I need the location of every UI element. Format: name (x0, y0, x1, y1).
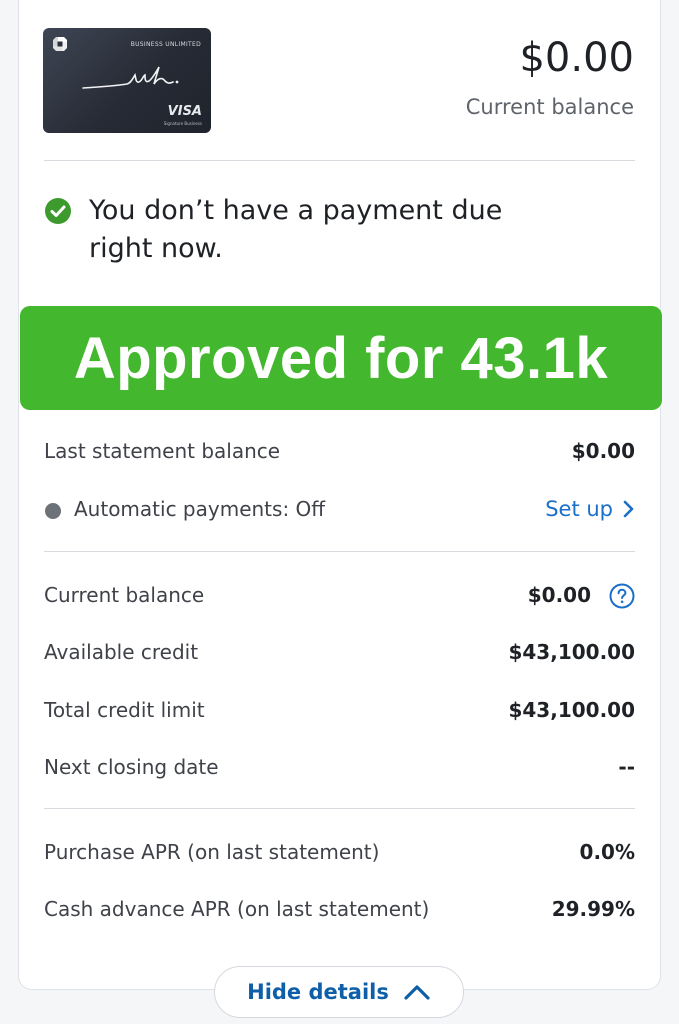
approval-banner: Approved for 43.1k (20, 306, 662, 410)
last-statement-balance-label: Last statement balance (44, 439, 281, 463)
autopay-status-label: Automatic payments: Off (74, 497, 326, 521)
approval-banner-text: Approved for 43.1k (73, 325, 609, 391)
visa-sub-label: Signature Business (163, 121, 202, 126)
current-balance-row-value: $0.00 (527, 583, 591, 607)
divider (44, 551, 635, 552)
credit-card-image: BUSINESS UNLIMITED VISA Signature Busine… (43, 28, 211, 133)
last-statement-balance-value: $0.00 (571, 439, 635, 463)
next-closing-date-label: Next closing date (44, 755, 219, 779)
divider (44, 160, 635, 161)
current-balance-label: Current balance (465, 95, 634, 119)
autopay-status-dot (45, 503, 61, 519)
next-closing-date-value: -- (618, 755, 635, 779)
chase-logo-icon (53, 37, 67, 51)
help-icon[interactable] (609, 583, 635, 609)
ink-script-logo (82, 66, 179, 89)
current-balance-row-label: Current balance (44, 583, 205, 607)
check-circle-icon (45, 198, 71, 224)
card-tier-label: BUSINESS UNLIMITED (130, 41, 201, 48)
payment-status-message: You don’t have a payment due right now. (89, 195, 503, 264)
current-balance-amount: $0.00 (519, 35, 634, 81)
purchase-apr-label: Purchase APR (on last statement) (44, 840, 380, 864)
hide-details-label: Hide details (247, 980, 389, 1004)
cash-advance-apr-label: Cash advance APR (on last statement) (44, 897, 430, 921)
total-credit-limit-label: Total credit limit (44, 698, 205, 722)
purchase-apr-value: 0.0% (579, 840, 635, 864)
available-credit-value: $43,100.00 (508, 640, 635, 664)
available-credit-label: Available credit (44, 640, 199, 664)
cash-advance-apr-value: 29.99% (551, 897, 635, 921)
setup-autopay-label: Set up (545, 497, 613, 521)
setup-autopay-link[interactable]: Set up (545, 497, 635, 521)
chevron-up-icon (404, 985, 430, 1000)
hide-details-button[interactable]: Hide details (214, 966, 464, 1018)
divider (44, 808, 635, 809)
chevron-right-icon (623, 500, 634, 518)
visa-logo: VISA (167, 104, 202, 119)
total-credit-limit-value: $43,100.00 (508, 698, 635, 722)
